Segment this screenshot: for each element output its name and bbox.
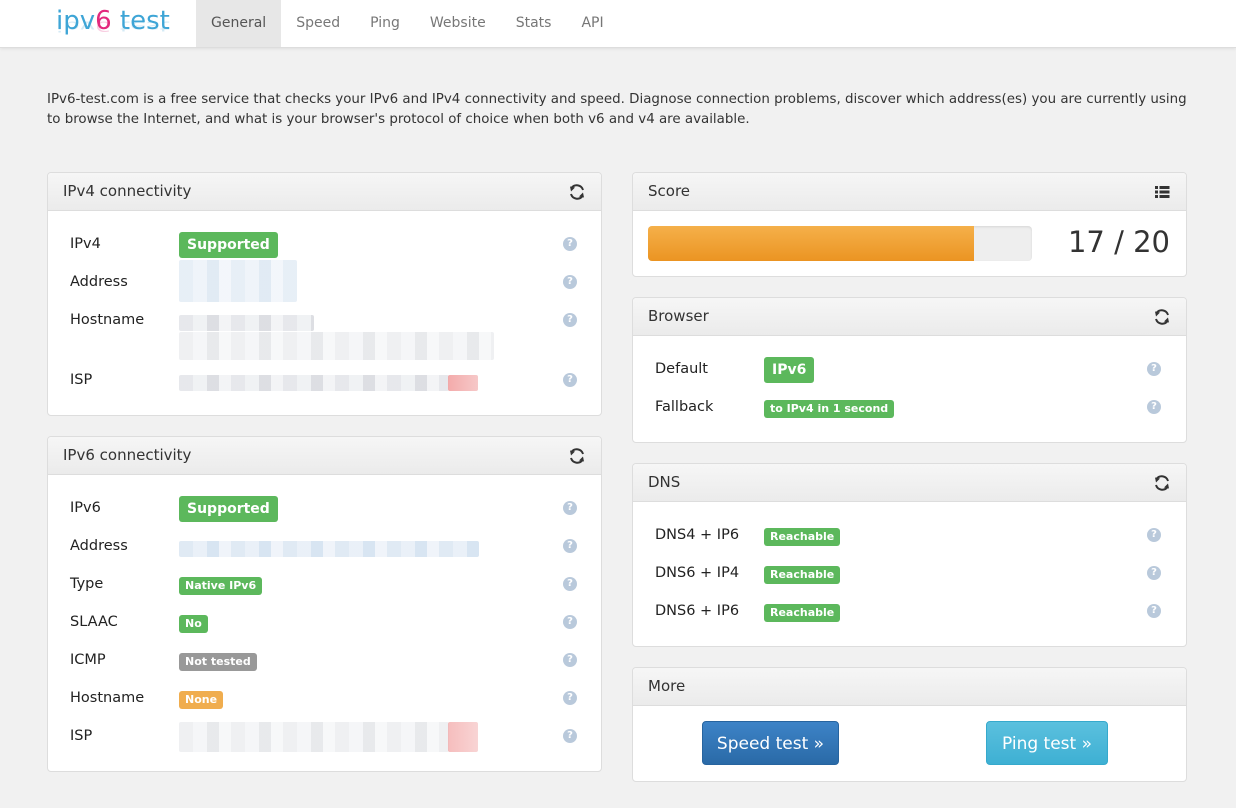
ipv4-address-label: Address bbox=[70, 274, 128, 290]
ipv4-status-badge: Supported bbox=[179, 232, 278, 258]
score-value: 17 / 20 bbox=[1067, 225, 1170, 259]
dns-row-badge: Reachable bbox=[764, 604, 841, 622]
dns-panel: DNS DNS4 + IP6 Reachable ? DNS6 + IP4 Re… bbox=[632, 463, 1187, 647]
help-icon[interactable]: ? bbox=[563, 729, 577, 743]
more-panel-title: More bbox=[648, 677, 686, 695]
help-icon[interactable]: ? bbox=[563, 539, 577, 553]
score-progress-fill bbox=[648, 226, 975, 261]
help-icon[interactable]: ? bbox=[563, 237, 577, 251]
ipv6-slaac-badge: No bbox=[179, 615, 208, 633]
more-panel-header: More bbox=[633, 668, 1186, 706]
score-progress-bar bbox=[648, 226, 1032, 261]
help-icon[interactable]: ? bbox=[1147, 400, 1161, 414]
browser-panel-title: Browser bbox=[648, 307, 709, 325]
dns-panel-header: DNS bbox=[633, 464, 1186, 502]
browser-fallback-badge: to IPv4 in 1 second bbox=[764, 400, 895, 418]
help-icon[interactable]: ? bbox=[563, 577, 577, 591]
ipv4-panel-header: IPv4 connectivity bbox=[48, 173, 601, 211]
ipv4-label: IPv4 bbox=[70, 236, 101, 252]
help-icon[interactable]: ? bbox=[563, 275, 577, 289]
help-icon[interactable]: ? bbox=[1147, 528, 1161, 542]
ipv6-hostname-label: Hostname bbox=[70, 690, 145, 706]
ipv4-hostname-label: Hostname bbox=[70, 312, 145, 328]
ipv6-label: IPv6 bbox=[70, 500, 101, 516]
refresh-icon[interactable] bbox=[1152, 307, 1172, 327]
dns-row-badge: Reachable bbox=[764, 566, 841, 584]
ipv6-isp-label: ISP bbox=[70, 728, 93, 744]
dns-row-badge: Reachable bbox=[764, 528, 841, 546]
ipv6-type-badge: Native IPv6 bbox=[179, 577, 263, 595]
help-icon[interactable]: ? bbox=[1147, 362, 1161, 376]
nav-speed[interactable]: Speed bbox=[281, 0, 355, 47]
ipv4-address-redacted bbox=[179, 260, 297, 302]
browser-panel: Browser Default IPv6 ? Fallback to IPv4 … bbox=[632, 297, 1187, 443]
brand-logo[interactable]: ipv6 test ipv6 test bbox=[56, 4, 176, 44]
nav-ping[interactable]: Ping bbox=[355, 0, 415, 47]
ipv6-hostname-badge: None bbox=[179, 691, 224, 709]
refresh-icon[interactable] bbox=[1152, 473, 1172, 493]
ping-test-button[interactable]: Ping test » bbox=[986, 721, 1108, 765]
nav-general[interactable]: General bbox=[196, 0, 282, 47]
nav-stats[interactable]: Stats bbox=[501, 0, 567, 47]
ipv6-icmp-label: ICMP bbox=[70, 652, 106, 668]
ipv4-isp-redacted bbox=[179, 375, 449, 391]
ipv4-isp-label: ISP bbox=[70, 372, 93, 388]
dns-row-label: DNS6 + IP6 bbox=[655, 603, 740, 619]
ipv4-panel: IPv4 connectivity IPv4 Supported ? Addre… bbox=[47, 172, 602, 416]
nav-api[interactable]: API bbox=[566, 0, 618, 47]
main-nav: General Speed Ping Website Stats API bbox=[196, 0, 619, 47]
ipv6-isp-flag-redacted bbox=[448, 722, 478, 752]
help-icon[interactable]: ? bbox=[563, 691, 577, 705]
refresh-icon[interactable] bbox=[567, 446, 587, 466]
ipv6-isp-redacted bbox=[179, 722, 449, 752]
top-navbar: ipv6 test ipv6 test General Speed Ping W… bbox=[0, 0, 1236, 48]
help-icon[interactable]: ? bbox=[1147, 566, 1161, 580]
ipv6-panel-header: IPv6 connectivity bbox=[48, 437, 601, 475]
ipv6-status-badge: Supported bbox=[179, 496, 278, 522]
ipv6-type-label: Type bbox=[70, 576, 104, 592]
ipv6-address-label: Address bbox=[70, 538, 128, 554]
help-icon[interactable]: ? bbox=[563, 653, 577, 667]
nav-website[interactable]: Website bbox=[415, 0, 501, 47]
help-icon[interactable]: ? bbox=[1147, 604, 1161, 618]
ipv6-address-redacted bbox=[179, 541, 479, 557]
browser-fallback-label: Fallback bbox=[655, 399, 714, 415]
ipv4-hostname-redacted bbox=[179, 315, 314, 331]
intro-text: IPv6-test.com is a free service that che… bbox=[47, 92, 1187, 127]
help-icon[interactable]: ? bbox=[563, 501, 577, 515]
ipv4-isp-flag-redacted bbox=[448, 375, 478, 391]
help-icon[interactable]: ? bbox=[563, 615, 577, 629]
list-icon[interactable] bbox=[1152, 182, 1172, 202]
help-icon[interactable]: ? bbox=[563, 313, 577, 327]
browser-panel-header: Browser bbox=[633, 298, 1186, 336]
speed-test-button[interactable]: Speed test » bbox=[702, 721, 839, 765]
ipv4-panel-title: IPv4 connectivity bbox=[63, 182, 192, 200]
ipv6-slaac-label: SLAAC bbox=[70, 614, 118, 630]
dns-row-label: DNS4 + IP6 bbox=[655, 527, 740, 543]
dns-row-label: DNS6 + IP4 bbox=[655, 565, 740, 581]
brand-reflection: ipv6 test bbox=[56, 17, 170, 35]
ipv6-panel: IPv6 connectivity IPv6 Supported ? Addre… bbox=[47, 436, 602, 772]
dns-panel-title: DNS bbox=[648, 473, 681, 491]
more-panel: More Speed test » Ping test » bbox=[632, 667, 1187, 782]
ipv6-panel-title: IPv6 connectivity bbox=[63, 446, 192, 464]
ipv6-icmp-badge: Not tested bbox=[179, 653, 257, 671]
browser-default-badge: IPv6 bbox=[764, 357, 815, 383]
refresh-icon[interactable] bbox=[567, 182, 587, 202]
help-icon[interactable]: ? bbox=[563, 373, 577, 387]
score-panel-title: Score bbox=[648, 182, 691, 200]
ipv4-hostname-redacted-2 bbox=[179, 332, 494, 360]
browser-default-label: Default bbox=[655, 361, 708, 377]
score-panel-header: Score bbox=[633, 173, 1186, 211]
score-panel: Score 17 / 20 bbox=[632, 172, 1187, 277]
